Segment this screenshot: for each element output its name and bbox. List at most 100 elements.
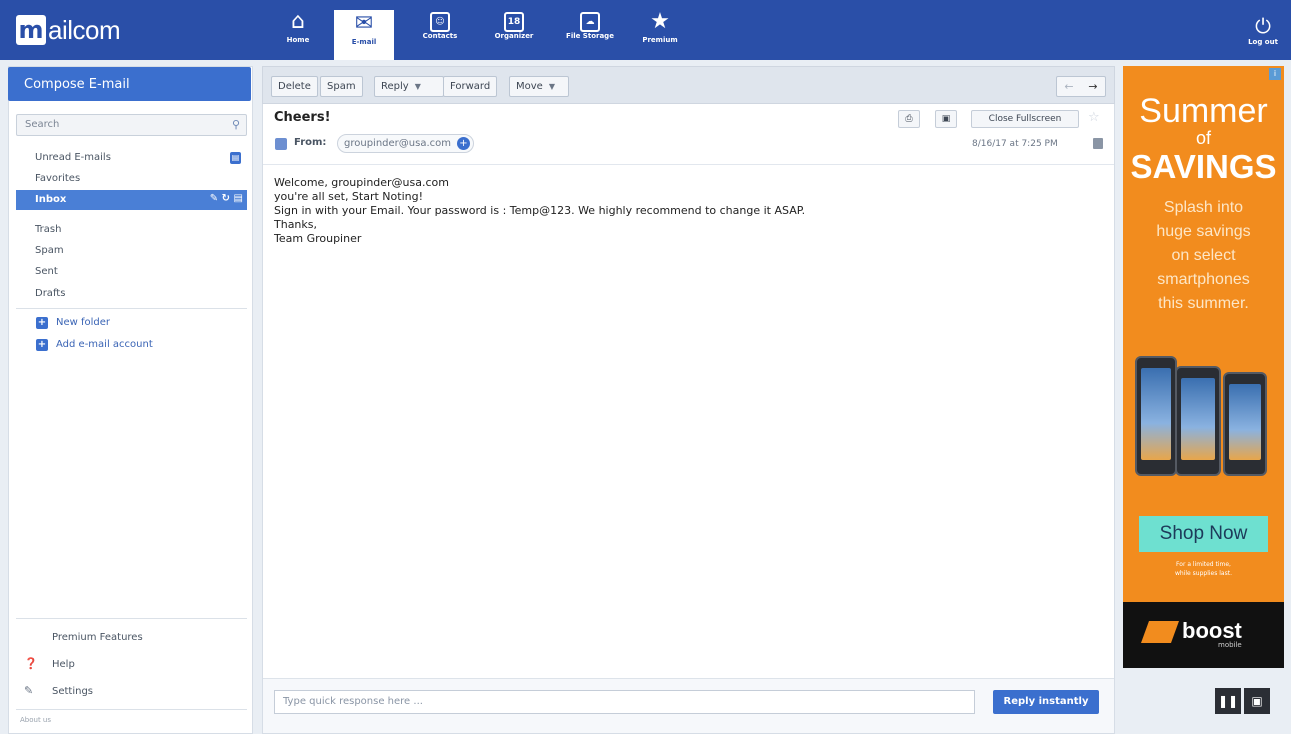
body-line: you're all set, Start Noting! [274, 190, 423, 203]
sender-chip[interactable]: groupinder@usa.com + [337, 134, 474, 153]
mailcom-logo[interactable]: m ailcom [16, 14, 121, 46]
move-label: Move [516, 81, 543, 92]
phone-screen [1141, 368, 1171, 460]
add-contact-icon[interactable]: + [456, 137, 470, 150]
reply-button[interactable]: Reply ▼ [374, 76, 444, 97]
nav-file-storage[interactable]: ☁ File Storage [560, 8, 620, 56]
quick-response-input[interactable]: Type quick response here ... [274, 690, 975, 714]
sender-address: groupinder@usa.com [344, 138, 451, 149]
logout-button[interactable]: ⏻ Log out [1243, 14, 1283, 46]
ad-shop-now-button[interactable]: Shop Now [1139, 516, 1268, 552]
inbox-menu-icon[interactable]: ▤ [234, 193, 243, 204]
help-link[interactable]: Help [52, 659, 75, 670]
help-icon: ❓ [24, 657, 38, 670]
cloud-icon: ☁ [580, 12, 600, 32]
premium-features-link[interactable]: Premium Features [52, 632, 143, 643]
folder-favorites-label: Favorites [35, 173, 81, 184]
body-line: Thanks, [274, 218, 318, 231]
nav-email-label: E-mail [351, 38, 377, 46]
folder-unread[interactable]: Unread E-mails ▤ [16, 148, 247, 168]
next-arrow-icon[interactable]: → [1081, 77, 1105, 96]
inbox-tools[interactable]: ✎ ↻ ▤ [210, 193, 243, 204]
folder-sent[interactable]: Sent [16, 262, 247, 282]
spam-button[interactable]: Spam [320, 76, 363, 97]
home-icon: ⌂ [291, 9, 305, 34]
compose-email-button[interactable]: Compose E-mail [8, 67, 251, 101]
folder-trash-label: Trash [35, 224, 62, 235]
forward-button[interactable]: Forward [443, 76, 498, 97]
contacts-icon: ☺ [430, 12, 450, 32]
favorite-star-icon[interactable]: ☆ [1088, 110, 1100, 125]
ad-headline-of: of [1195, 128, 1211, 148]
new-folder-link[interactable]: New folder [56, 317, 110, 328]
folder-sent-label: Sent [35, 266, 58, 277]
reply-instantly-button[interactable]: Reply instantly [993, 690, 1099, 714]
ad-fine-print-line: For a limited time, [1176, 561, 1231, 568]
unread-filter-icon[interactable]: ▤ [230, 152, 241, 164]
body-line: Welcome, groupinder@usa.com [274, 176, 449, 189]
print-button[interactable]: ⎙ [898, 110, 920, 128]
message-date: 8/16/17 at 7:25 PM [972, 139, 1058, 149]
close-fullscreen-button[interactable]: Close Fullscreen [971, 110, 1079, 128]
folder-drafts[interactable]: Drafts [16, 284, 247, 304]
settings-link[interactable]: Settings [52, 686, 93, 697]
nav-premium-label: Premium [642, 36, 678, 44]
add-account-plus-icon[interactable]: + [36, 339, 48, 351]
ad-info-icon[interactable]: i [1269, 68, 1281, 80]
ad-copy: Splash into huge savings on select smart… [1123, 196, 1284, 316]
message-nav-arrows: ← → [1056, 76, 1106, 97]
folder-inbox-label: Inbox [35, 194, 67, 205]
settings-wrench-icon: ✎ [24, 684, 34, 697]
reply-chevron-down-icon[interactable]: ▼ [415, 82, 421, 91]
save-icon: ▣ [941, 114, 951, 124]
folder-trash[interactable]: Trash [16, 220, 247, 240]
ad-phones-image [1135, 346, 1275, 476]
from-label: From: [294, 137, 327, 148]
new-folder-plus-icon[interactable]: + [36, 317, 48, 329]
ad-copy-line: on select [1171, 247, 1236, 264]
folder-spam[interactable]: Spam [16, 241, 247, 261]
search-input[interactable]: Search ⚲ [16, 114, 247, 136]
nav-premium[interactable]: ★ Premium [630, 8, 690, 56]
logo-text: ailcom [48, 14, 121, 45]
nav-contacts[interactable]: ☺ Contacts [410, 8, 470, 56]
delete-button[interactable]: Delete [271, 76, 318, 97]
save-button[interactable]: ▣ [935, 110, 957, 128]
nav-home[interactable]: ⌂ Home [268, 8, 328, 56]
folder-spam-label: Spam [35, 245, 64, 256]
ad-pause-button[interactable]: ❚❚ [1215, 688, 1241, 714]
printer-icon: ⎙ [905, 114, 913, 124]
ad-headline-summer: Summer [1139, 92, 1268, 130]
body-line: Team Groupiner [274, 232, 362, 245]
folder-favorites[interactable]: Favorites [16, 169, 247, 189]
phone-image [1223, 372, 1267, 476]
ad-expand-button[interactable]: ▣ [1244, 688, 1270, 714]
wrench-icon[interactable]: ✎ [210, 193, 218, 204]
logout-label: Log out [1248, 38, 1278, 46]
phone-screen [1229, 384, 1261, 460]
message-info-icon[interactable] [1093, 138, 1103, 149]
phone-image [1175, 366, 1221, 476]
nav-organizer[interactable]: 18 Organizer [484, 8, 544, 56]
nav-file-storage-label: File Storage [566, 32, 614, 40]
ad-copy-line: huge savings [1156, 223, 1251, 240]
sender-icon [275, 138, 287, 150]
folder-inbox[interactable]: Inbox ✎ ↻ ▤ [16, 190, 247, 210]
sidebar-footer-divider [16, 709, 247, 710]
nav-email[interactable]: ✉ E-mail [334, 10, 394, 60]
add-email-account-link[interactable]: Add e-mail account [56, 339, 153, 350]
top-nav-bar: m ailcom ⌂ Home ✉ E-mail ☺ Contacts 18 O… [0, 0, 1291, 60]
message-subject: Cheers! [274, 110, 331, 125]
logo-mark: m [16, 15, 46, 45]
move-button[interactable]: Move ▼ [509, 76, 569, 97]
folder-unread-label: Unread E-mails [35, 152, 111, 163]
search-placeholder: Search [25, 119, 60, 130]
refresh-icon[interactable]: ↻ [222, 193, 230, 204]
search-icon[interactable]: ⚲ [232, 118, 240, 131]
message-toolbar: Delete Spam Reply ▼ Forward Move ▼ ← → [262, 66, 1115, 104]
previous-arrow-icon[interactable]: ← [1057, 77, 1081, 96]
ad-copy-line: smartphones [1157, 271, 1250, 288]
about-us-link[interactable]: About us [20, 716, 51, 724]
pause-icon: ❚❚ [1217, 694, 1239, 708]
body-line: Sign in with your Email. Your password i… [274, 204, 806, 217]
